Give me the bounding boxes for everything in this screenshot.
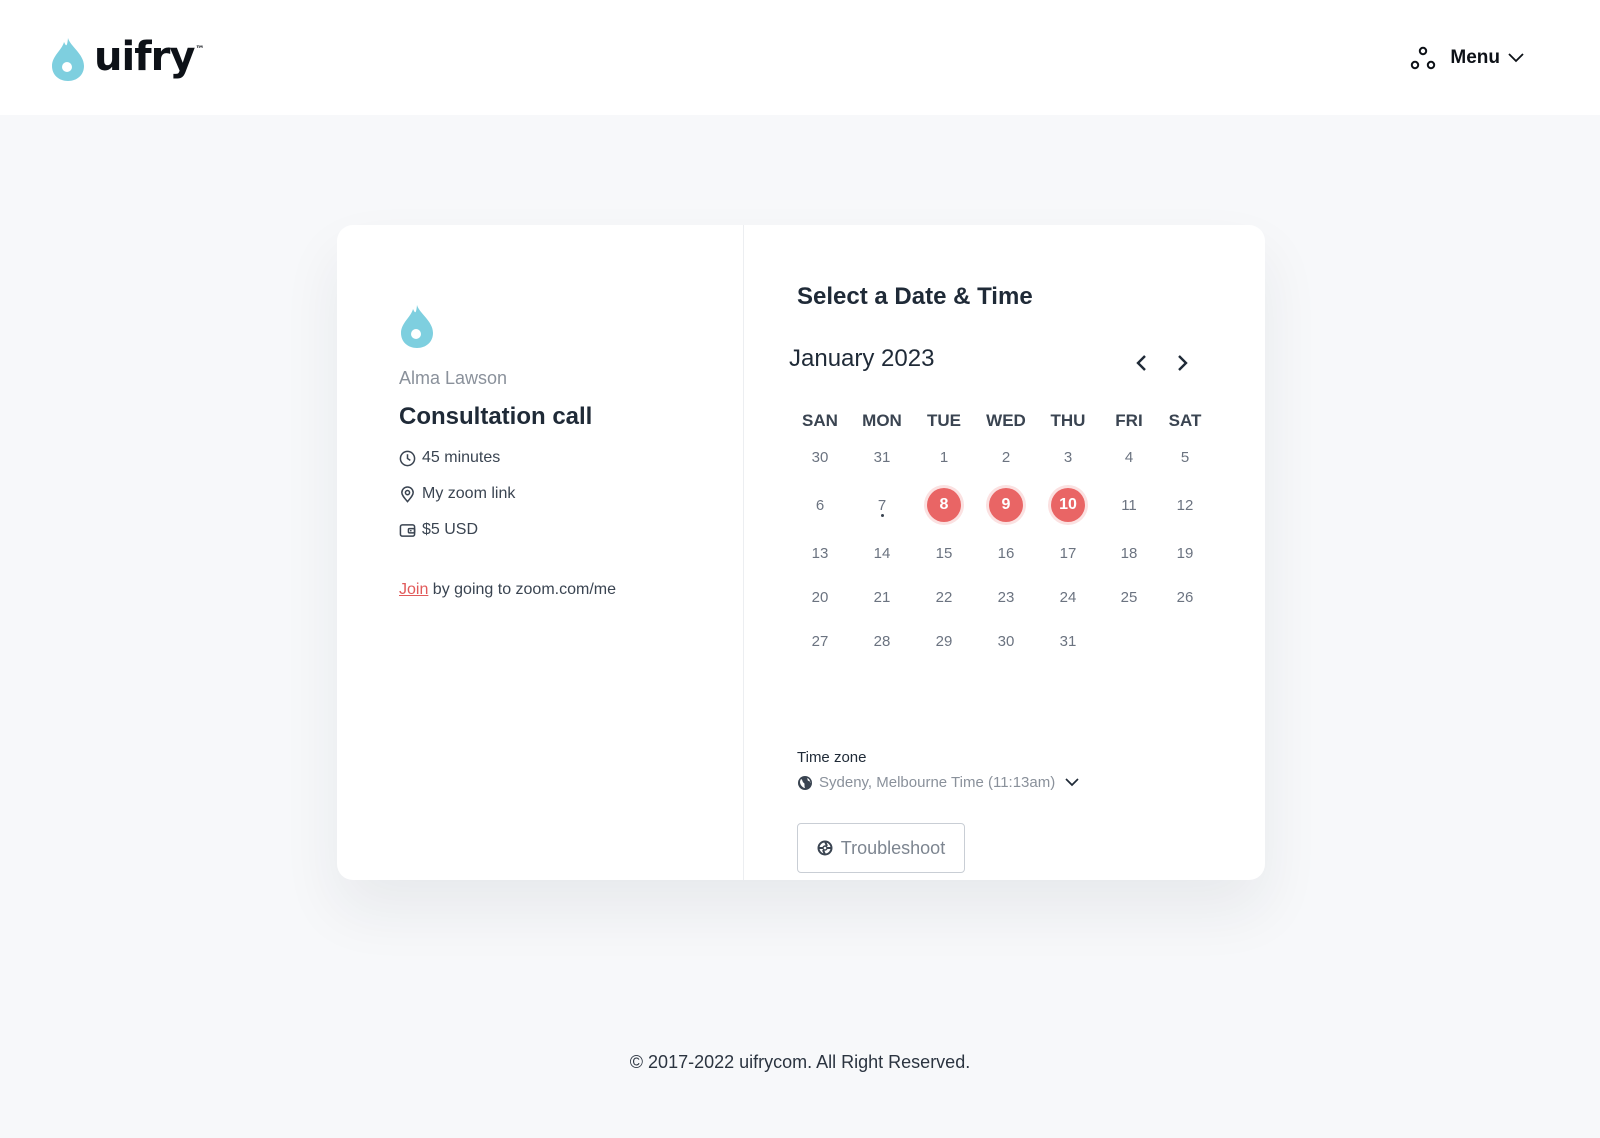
calendar-day-today: 7	[851, 479, 913, 531]
calendar-day: 21	[873, 588, 891, 606]
calendar-day: 31	[1059, 632, 1077, 650]
wallet-icon	[399, 523, 416, 537]
weekday-label: SAT	[1168, 411, 1202, 430]
troubleshoot-label: Troubleshoot	[840, 837, 946, 858]
join-instructions: Join by going to zoom.com/me	[399, 581, 719, 599]
weekday-label: FRI	[1115, 411, 1143, 430]
timezone-select[interactable]: Sydeny, Melbourne Time (11:13am)	[797, 774, 1079, 791]
location-pin-icon	[401, 485, 414, 503]
menu-label: Menu	[1450, 47, 1500, 68]
brand-logo-text: uifry™	[94, 34, 204, 80]
calendar-day: 1	[939, 448, 949, 466]
event-details: Alma Lawson Consultation call 45 minutes…	[399, 303, 719, 599]
calendar-week: 13 14 15 16 17 18 19	[789, 531, 1209, 575]
calendar-day: 24	[1059, 588, 1077, 606]
available-day-button[interactable]: 9	[975, 479, 1037, 531]
event-price: $5 USD	[399, 521, 719, 539]
calendar-day: 16	[997, 544, 1015, 562]
calendar-day: 13	[811, 544, 829, 562]
calendar-day: 12	[1176, 496, 1194, 514]
calendar-day: 6	[815, 496, 825, 514]
chevron-left-icon	[1136, 355, 1146, 371]
timezone-section: Time zone Sydeny, Melbourne Time (11:13a…	[797, 749, 1079, 791]
top-header: uifry™ Menu	[0, 0, 1600, 115]
event-location: My zoom link	[399, 485, 719, 503]
calendar-day: 30	[811, 448, 829, 466]
available-day-button[interactable]: 10	[1037, 479, 1099, 531]
event-title: Consultation call	[399, 403, 593, 430]
host-name: Alma Lawson	[399, 368, 508, 388]
calendar-day: 3	[1063, 448, 1073, 466]
calendar-day-empty	[1099, 619, 1159, 663]
calendar-day: 20	[811, 588, 829, 606]
menu-button[interactable]: Menu	[1410, 43, 1524, 73]
calendar-day: 5	[1180, 448, 1190, 466]
calendar-day: 14	[873, 544, 891, 562]
picker-title: Select a Date & Time	[797, 283, 1033, 310]
next-month-button[interactable]	[1171, 351, 1195, 375]
people-dots-icon	[1411, 46, 1436, 70]
location-text: My zoom link	[422, 485, 516, 502]
calendar-day: 11	[1121, 496, 1137, 514]
calendar-day: 28	[873, 632, 891, 650]
price-text: $5 USD	[422, 521, 479, 538]
calendar-week: 27 28 29 30 31	[789, 619, 1209, 663]
calendar-day: 22	[935, 588, 953, 606]
calendar-day: 2	[1001, 448, 1011, 466]
globe-icon	[798, 775, 812, 790]
timezone-label: Time zone	[797, 749, 867, 766]
brand-logo[interactable]: uifry™	[50, 34, 204, 84]
calendar-day: 29	[935, 632, 953, 650]
weekday-label: MON	[862, 411, 902, 430]
weekday-label: SAN	[802, 411, 838, 430]
weekday-label: WED	[986, 411, 1026, 430]
weekday-label: THU	[1050, 411, 1086, 430]
calendar-day: 15	[935, 544, 953, 562]
previous-month-button[interactable]	[1129, 351, 1153, 375]
calendar-week: 20 21 22 23 24 25 26	[789, 575, 1209, 619]
calendar-day: 30	[997, 632, 1015, 650]
calendar-day: 19	[1176, 544, 1194, 562]
available-day-button[interactable]: 8	[913, 479, 975, 531]
calendar-day: 4	[1124, 448, 1134, 466]
duration-text: 45 minutes	[422, 449, 501, 466]
calendar-day: 31	[873, 448, 891, 466]
calendar-day: 17	[1059, 544, 1077, 562]
month-label: January 2023	[789, 345, 935, 372]
event-duration: 45 minutes	[399, 449, 719, 467]
join-link[interactable]: Join	[399, 581, 428, 598]
troubleshoot-button[interactable]: Troubleshoot	[797, 823, 965, 873]
chevron-down-icon	[1065, 778, 1079, 787]
calendar-grid: SAN MON TUE WED THU FRI SAT 30 31 1 2 3 …	[789, 407, 1209, 663]
aperture-icon	[817, 840, 833, 856]
calendar-day: 25	[1120, 588, 1138, 606]
join-instructions-text: by going to zoom.com/me	[428, 581, 616, 598]
booking-card: Alma Lawson Consultation call 45 minutes…	[337, 225, 1265, 880]
footer-copyright: © 2017-2022 uifrycom. All Right Reserved…	[629, 1052, 971, 1072]
weekday-header: SAN MON TUE WED THU FRI SAT	[789, 407, 1209, 435]
calendar-day: 26	[1176, 588, 1194, 606]
calendar-day: 18	[1120, 544, 1138, 562]
calendar-week: 30 31 1 2 3 4 5	[789, 435, 1209, 479]
clock-icon	[399, 450, 416, 466]
flame-logo-icon	[401, 305, 433, 348]
timezone-value: Sydeny, Melbourne Time (11:13am)	[819, 774, 1056, 791]
calendar-day-empty	[1159, 619, 1211, 663]
card-divider	[743, 225, 744, 880]
chevron-down-icon	[1508, 53, 1524, 63]
weekday-label: TUE	[927, 411, 961, 430]
calendar-week: 6 7 8 9 10 11 12	[789, 479, 1209, 531]
month-navigation: January 2023	[789, 343, 1199, 379]
chevron-right-icon	[1178, 355, 1188, 371]
calendar-day: 23	[997, 588, 1015, 606]
flame-logo-icon	[52, 38, 84, 81]
calendar-day: 27	[811, 632, 829, 650]
